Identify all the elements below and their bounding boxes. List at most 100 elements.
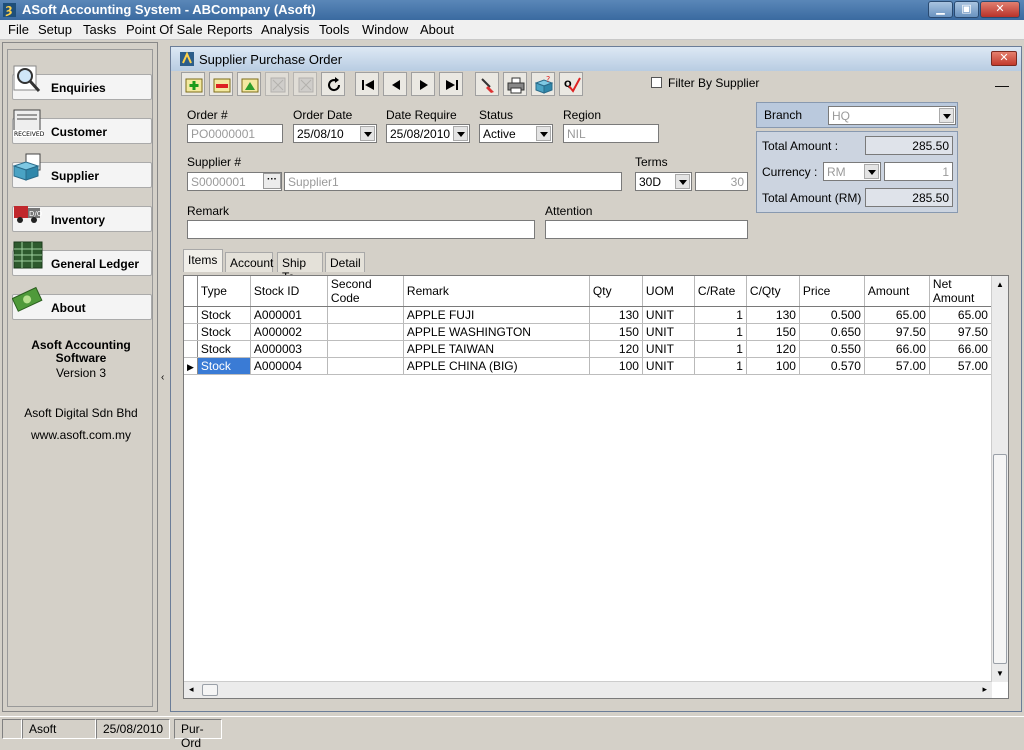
cancel-button[interactable] [293,72,317,96]
cell-type[interactable]: Stock [197,340,251,358]
cell-c-rate[interactable]: 1 [694,340,747,358]
tab-account[interactable]: Account [225,252,273,272]
attention-field[interactable] [545,220,748,239]
column-header-price[interactable]: Price [799,276,865,307]
tab-items[interactable]: Items [183,249,223,272]
horizontal-scrollbar[interactable]: ◂ ▸ [184,681,992,698]
tab-ship-to[interactable]: Ship To [277,252,323,284]
row-indicator[interactable] [184,306,198,324]
cell-stock-id[interactable]: A000001 [250,306,328,324]
cell-uom[interactable]: UNIT [642,306,695,324]
cell-stock-id[interactable]: A000004 [250,357,328,375]
order-no-field[interactable]: PO0000001 [187,124,283,143]
approve-button[interactable]: Q [559,72,583,96]
scroll-right-icon[interactable]: ▸ [982,684,987,695]
terms-days-field[interactable]: 30 [695,172,748,191]
cell-qty[interactable]: 150 [589,323,643,341]
cell-second-code[interactable] [327,340,404,358]
column-header-net-amount[interactable]: Net Amount [929,276,992,307]
table-row[interactable]: ▶ Stock A000004 APPLE CHINA (BIG) 100 UNIT 1 10… [184,357,992,375]
column-header-remark[interactable]: Remark [403,276,590,307]
cell-net-amount[interactable]: 57.00 [929,357,992,375]
menu-analysis[interactable]: Analysis [261,22,309,37]
chevron-down-icon[interactable] [536,126,551,141]
sidebar-splitter[interactable]: ‹ [160,42,168,712]
menu-about[interactable]: About [420,22,454,37]
chevron-down-icon[interactable] [675,174,690,189]
cell-price[interactable]: 0.550 [799,340,865,358]
table-row[interactable]: Stock A000002 APPLE WASHINGTON 150 UNIT 1 150 0… [184,323,992,341]
clear-button[interactable] [475,72,499,96]
scroll-down-icon[interactable]: ▼ [996,669,1004,678]
maximize-button[interactable]: ▣ [954,1,979,18]
table-row[interactable]: Stock A000001 APPLE FUJI 130 UNIT 1 130 0.500 65… [184,306,992,324]
scroll-left-icon[interactable]: ◂ [189,684,194,695]
cell-type[interactable]: Stock [197,357,251,375]
cell-c-qty[interactable]: 100 [746,357,800,375]
column-header-qty[interactable]: Qty [589,276,643,307]
add-button[interactable] [181,72,205,96]
cell-stock-id[interactable]: A000002 [250,323,328,341]
refresh-button[interactable] [321,72,345,96]
cell-c-rate[interactable]: 1 [694,357,747,375]
cell-type[interactable]: Stock [197,306,251,324]
vertical-scrollbar[interactable]: ▲ ▼ [991,276,1008,682]
region-field[interactable]: NIL [563,124,659,143]
cell-c-rate[interactable]: 1 [694,323,747,341]
cell-second-code[interactable] [327,323,404,341]
first-record-button[interactable] [355,72,379,96]
column-header-c-rate[interactable]: C/Rate [694,276,747,307]
edit-button[interactable] [237,72,261,96]
cell-price[interactable]: 0.500 [799,306,865,324]
last-record-button[interactable] [439,72,463,96]
terms-select[interactable]: 30D [635,172,692,191]
row-indicator[interactable] [184,340,198,358]
cell-c-rate[interactable]: 1 [694,306,747,324]
chevron-down-icon[interactable] [453,126,468,141]
save-button[interactable] [265,72,289,96]
next-record-button[interactable] [411,72,435,96]
row-indicator[interactable] [184,323,198,341]
chevron-down-icon[interactable] [360,126,375,141]
menu-window[interactable]: Window [362,22,408,37]
cell-remark[interactable]: APPLE FUJI [403,306,590,324]
column-header-c-qty[interactable]: C/Qty [746,276,800,307]
cell-qty[interactable]: 130 [589,306,643,324]
cell-remark[interactable]: APPLE CHINA (BIG) [403,357,590,375]
tab-detail[interactable]: Detail [325,252,365,272]
column-header-amount[interactable]: Amount [864,276,930,307]
cell-stock-id[interactable]: A000003 [250,340,328,358]
cell-net-amount[interactable]: 65.00 [929,306,992,324]
cell-second-code[interactable] [327,357,404,375]
table-row[interactable]: Stock A000003 APPLE TAIWAN 120 UNIT 1 120 0.550… [184,340,992,358]
cell-remark[interactable]: APPLE TAIWAN [403,340,590,358]
cell-price[interactable]: 0.650 [799,323,865,341]
menu-setup[interactable]: Setup [38,22,72,37]
cell-qty[interactable]: 100 [589,357,643,375]
cell-uom[interactable]: UNIT [642,323,695,341]
inventory-query-button[interactable]: ? [531,72,555,96]
filter-by-supplier-checkbox[interactable]: Filter By Supplier [651,76,759,90]
column-header-type[interactable]: Type [197,276,251,307]
menu-tools[interactable]: Tools [319,22,349,37]
row-indicator[interactable]: ▶ [184,357,198,375]
column-header-stock-id[interactable]: Stock ID [250,276,328,307]
cell-remark[interactable]: APPLE WASHINGTON [403,323,590,341]
menu-tasks[interactable]: Tasks [83,22,116,37]
currency-rate-field[interactable]: 1 [884,162,953,181]
cell-price[interactable]: 0.570 [799,357,865,375]
horizontal-scroll-thumb[interactable] [202,684,218,696]
form-minimize-button[interactable]: — [995,77,1009,93]
cell-net-amount[interactable]: 66.00 [929,340,992,358]
date-require-field[interactable]: 25/08/2010 [386,124,470,143]
close-button[interactable]: ✕ [980,1,1020,18]
minimize-button[interactable]: ▁ [928,1,953,18]
cell-uom[interactable]: UNIT [642,340,695,358]
cell-c-qty[interactable]: 130 [746,306,800,324]
cell-amount[interactable]: 97.50 [864,323,930,341]
currency-select[interactable]: RM [823,162,881,181]
remark-field[interactable] [187,220,535,239]
branch-select[interactable]: HQ [828,106,956,125]
supplier-name-field[interactable]: Supplier1 [284,172,622,191]
cell-type[interactable]: Stock [197,323,251,341]
